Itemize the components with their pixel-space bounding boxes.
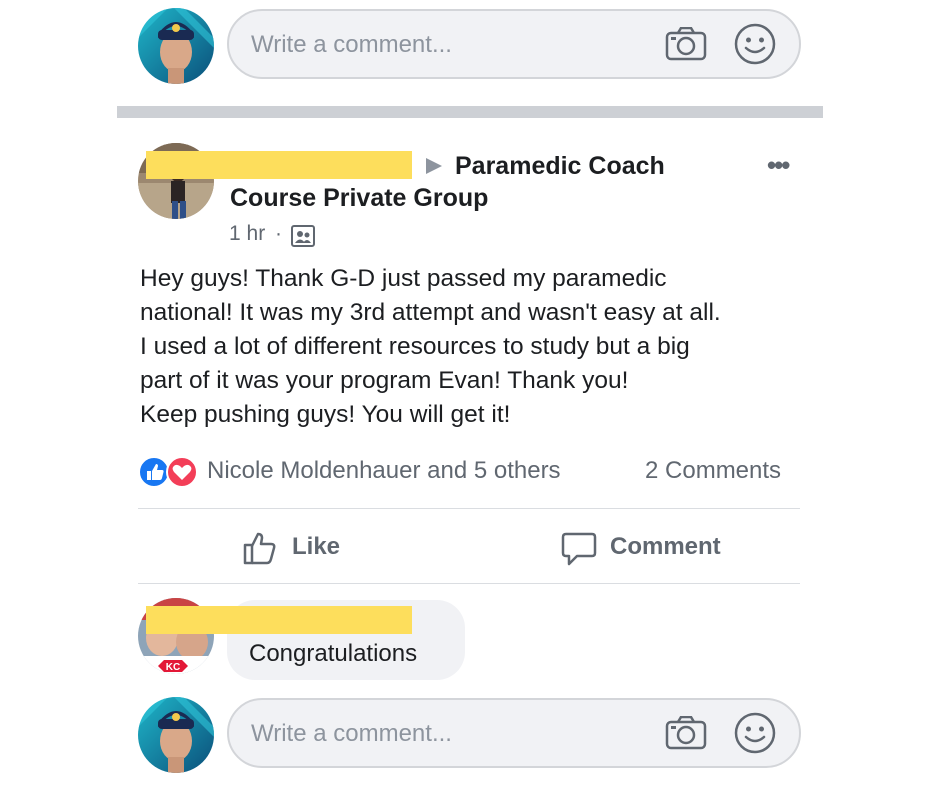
divider <box>138 583 800 584</box>
post-body: Hey guys! Thank G-D just passed my param… <box>140 262 820 432</box>
commenter-name-redacted <box>146 606 412 634</box>
current-user-avatar[interactable] <box>138 8 214 84</box>
more-icon[interactable]: ••• <box>767 150 790 181</box>
post-body-line: Keep pushing guys! You will get it! <box>140 401 511 428</box>
meta-separator: · <box>275 222 283 245</box>
post-body-line: I used a lot of different resources to s… <box>140 333 690 360</box>
smiley-icon[interactable] <box>734 712 776 754</box>
comment-label: Comment <box>610 533 721 560</box>
comments-count[interactable]: 2 Comments <box>645 457 781 485</box>
group-privacy-icon <box>291 225 315 247</box>
comment-placeholder: Write a comment... <box>251 720 452 747</box>
comment-button[interactable]: Comment <box>561 530 741 566</box>
svg-text:KC: KC <box>166 662 180 673</box>
like-label: Like <box>292 533 341 560</box>
post-separator <box>117 106 823 118</box>
current-user-avatar[interactable] <box>138 697 214 773</box>
post-body-line: Hey guys! Thank G-D just passed my param… <box>140 265 667 292</box>
post-time[interactable]: 1 hr <box>229 222 265 245</box>
group-name-line2[interactable]: Course Private Group <box>230 184 488 213</box>
camera-icon[interactable] <box>665 716 707 750</box>
comment-input[interactable]: Write a comment... <box>227 698 801 768</box>
smiley-icon[interactable] <box>734 23 776 65</box>
love-reaction-icon[interactable] <box>166 456 198 488</box>
thumbs-up-icon <box>243 532 276 565</box>
caret-right-icon <box>426 158 442 174</box>
post-body-line: national! It was my 3rd attempt and wasn… <box>140 299 721 326</box>
group-name-line1[interactable]: Paramedic Coach <box>455 152 665 181</box>
comment-text: Congratulations <box>249 640 418 667</box>
comment-placeholder: Write a comment... <box>251 31 452 58</box>
comment-input[interactable]: Write a comment... <box>227 9 801 79</box>
author-name-redacted <box>146 151 412 179</box>
reactions-summary[interactable]: Nicole Moldenhauer and 5 others <box>207 457 561 485</box>
divider <box>138 508 800 509</box>
like-button[interactable]: Like <box>243 530 353 566</box>
post-body-line: part of it was your program Evan! Thank … <box>140 367 629 394</box>
camera-icon[interactable] <box>665 27 707 61</box>
post-meta: 1 hr · <box>229 222 286 246</box>
speech-bubble-icon <box>561 532 597 566</box>
